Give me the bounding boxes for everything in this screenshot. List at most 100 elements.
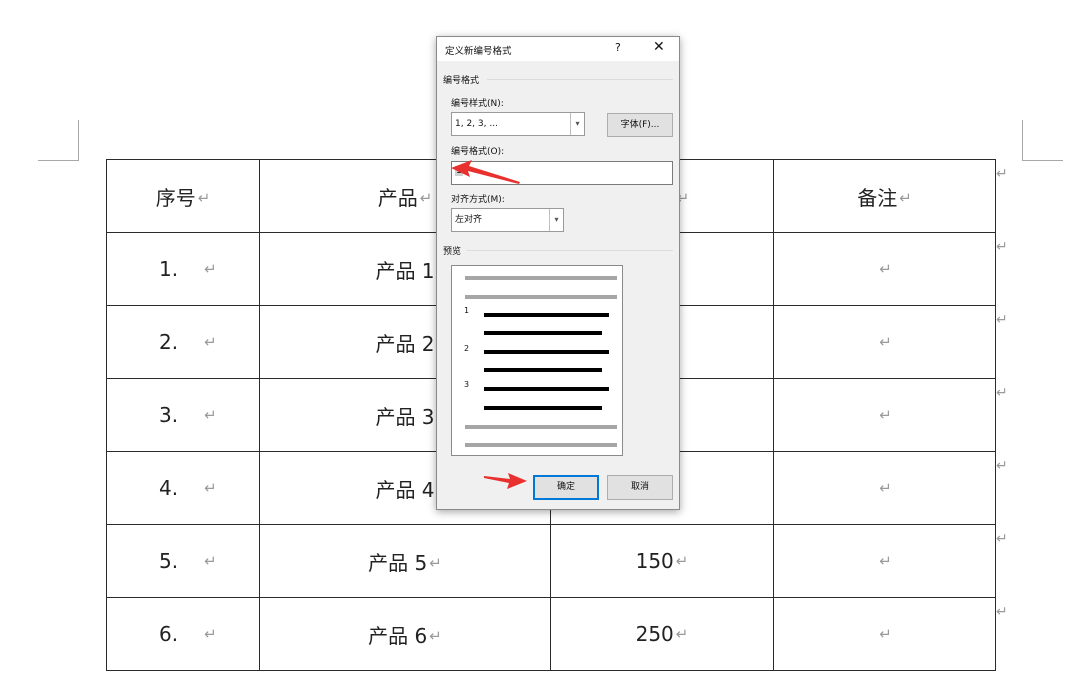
product-text: 产品 5 [368, 550, 428, 575]
cell-product[interactable]: 产品 5 ↵ [259, 524, 551, 598]
product-text: 产品 1 [375, 258, 435, 283]
chevron-down-icon[interactable]: ▾ [570, 113, 584, 135]
alignment-label: 对齐方式(M): [451, 195, 505, 205]
cell-number[interactable]: 1. ↵ [106, 232, 260, 306]
product-text: 产品 4 [375, 477, 435, 502]
annotation-arrow-icon [451, 160, 520, 184]
paragraph-mark-icon: ↵ [879, 406, 892, 424]
page-corner-mark-right [1022, 120, 1063, 161]
group-divider [487, 79, 673, 80]
cell-quantity[interactable]: 150 ↵ [550, 524, 774, 598]
paragraph-mark-icon: ↵ [675, 552, 689, 570]
number-format-label: 编号格式(O): [451, 147, 505, 157]
row-end-mark-icon: ↵ [996, 312, 1008, 328]
header-text: 产品 [377, 185, 418, 210]
cell-note[interactable]: ↵ [773, 305, 996, 379]
table-row: 6. ↵ 产品 6 ↵ 250 ↵ ↵ [106, 597, 996, 671]
cell-product[interactable]: 产品 6 ↵ [259, 597, 551, 671]
row-end-mark-icon: ↵ [996, 385, 1008, 401]
cell-note[interactable]: ↵ [773, 232, 996, 306]
paragraph-mark-icon: ↵ [879, 260, 892, 278]
help-button[interactable]: ? [615, 41, 621, 54]
quantity-text: 150 [635, 549, 674, 573]
paragraph-mark-icon: ↵ [879, 333, 892, 351]
number-text: 1. [159, 257, 179, 281]
font-button[interactable]: 字体(F)... [607, 113, 673, 137]
number-style-label: 编号样式(N): [451, 99, 504, 109]
number-text: 6. [159, 622, 179, 646]
cell-number[interactable]: 2. ↵ [106, 305, 260, 379]
dialog-title: 定义新编号格式 [445, 46, 512, 57]
cell-number[interactable]: 5. ↵ [106, 524, 260, 598]
paragraph-mark-icon: ↵ [197, 188, 211, 207]
annotation-arrow-icon [484, 473, 527, 489]
preview-line [465, 443, 617, 447]
paragraph-mark-icon: ↵ [204, 552, 217, 570]
alignment-select[interactable]: 左对齐 ▾ [451, 208, 564, 232]
preview-line [484, 350, 609, 354]
cell-note[interactable]: ↵ [773, 378, 996, 452]
number-text: 3. [159, 403, 179, 427]
paragraph-mark-icon: ↵ [429, 626, 442, 645]
dialog-titlebar[interactable]: 定义新编号格式 ? ✕ [437, 37, 679, 61]
header-text: 备注 [857, 185, 898, 210]
number-style-value: 1, 2, 3, ... [455, 119, 498, 129]
preview-number: 1 [464, 306, 470, 315]
cell-note[interactable]: ↵ [773, 597, 996, 671]
quantity-text: 250 [635, 622, 674, 646]
paragraph-mark-icon: ↵ [879, 625, 892, 643]
cell-note[interactable]: ↵ [773, 451, 996, 525]
cell-number[interactable]: 3. ↵ [106, 378, 260, 452]
group-divider [467, 250, 673, 251]
paragraph-mark-icon: ↵ [204, 333, 217, 351]
paragraph-mark-icon: ↵ [419, 188, 433, 207]
row-end-mark-icon: ↵ [996, 531, 1008, 547]
cell-note[interactable]: ↵ [773, 524, 996, 598]
preview-line [484, 406, 602, 410]
paragraph-mark-icon: ↵ [879, 479, 892, 497]
table-row: 5. ↵ 产品 5 ↵ 150 ↵ ↵ [106, 524, 996, 598]
product-text: 产品 2 [375, 331, 435, 356]
chevron-down-icon[interactable]: ▾ [549, 209, 563, 231]
cancel-button[interactable]: 取消 [607, 475, 673, 500]
cell-number[interactable]: 6. ↵ [106, 597, 260, 671]
preview-line [484, 313, 609, 317]
cell-number[interactable]: 4. ↵ [106, 451, 260, 525]
preview-line [484, 387, 609, 391]
preview-number: 3 [464, 380, 470, 389]
paragraph-mark-icon: ↵ [429, 553, 442, 572]
preview-line [465, 425, 617, 429]
define-number-format-dialog: 定义新编号格式 ? ✕ 编号格式 编号样式(N): 1, 2, 3, ... ▾… [436, 36, 680, 510]
number-format-group-label: 编号格式 [443, 76, 480, 86]
preview-line [484, 368, 602, 372]
alignment-value: 左对齐 [455, 215, 483, 225]
paragraph-mark-icon: ↵ [204, 260, 217, 278]
close-button[interactable]: ✕ [653, 39, 665, 55]
paragraph-mark-icon: ↵ [204, 625, 217, 643]
row-end-mark-icon: ↵ [996, 458, 1008, 474]
row-end-mark-icon: ↵ [996, 166, 1008, 182]
ok-button[interactable]: 确定 [533, 475, 599, 500]
number-style-select[interactable]: 1, 2, 3, ... ▾ [451, 112, 585, 136]
header-text: 序号 [155, 185, 196, 210]
row-end-mark-icon: ↵ [996, 239, 1008, 255]
page-corner-mark-left [38, 120, 79, 161]
header-cell-number[interactable]: 序号 ↵ [106, 159, 260, 233]
product-text: 产品 3 [375, 404, 435, 429]
preview-number: 2 [464, 344, 470, 353]
preview-line [484, 331, 602, 335]
preview-box: 1 2 3 [451, 265, 623, 456]
preview-group-label: 预览 [443, 247, 462, 257]
preview-line [465, 295, 617, 299]
number-text: 2. [159, 330, 179, 354]
preview-line [465, 276, 617, 280]
number-text: 4. [159, 476, 179, 500]
paragraph-mark-icon: ↵ [204, 406, 217, 424]
paragraph-mark-icon: ↵ [204, 479, 217, 497]
paragraph-mark-icon: ↵ [675, 625, 689, 643]
cell-quantity[interactable]: 250 ↵ [550, 597, 774, 671]
product-text: 产品 6 [368, 623, 428, 648]
header-cell-note[interactable]: 备注 ↵ [773, 159, 996, 233]
paragraph-mark-icon: ↵ [899, 188, 912, 207]
paragraph-mark-icon: ↵ [879, 552, 892, 570]
